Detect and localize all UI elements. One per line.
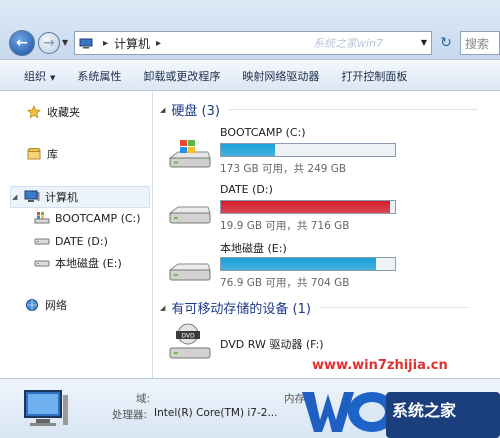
group-divider [227, 109, 478, 110]
navigation-pane: 收藏夹 库 ◢ 计算机 BOOTCAMP (C:) DATE (D:) 本地磁盘… [0, 92, 153, 378]
back-button[interactable]: ← [9, 30, 35, 56]
expand-triangle-icon[interactable]: ◢ [12, 193, 17, 201]
group-header-hard-disks[interactable]: ◢ 硬盘 (3) [160, 100, 478, 119]
hard-drive-icon [168, 206, 211, 224]
drive-usage-bar [220, 257, 396, 271]
drive-name: DVD RW 驱动器 (F:) [220, 338, 324, 351]
hard-drive-icon [34, 233, 50, 249]
drive-usage-fill [221, 201, 390, 213]
processor-label: 处理器: [112, 409, 148, 421]
arrow-left-icon: ← [16, 35, 28, 51]
refresh-button[interactable]: ↻ [436, 33, 456, 53]
address-bar-area: ← → ▼ ▸ 计算机 ▸ 系统之家win7 ▼ ↻ 搜索 [0, 0, 500, 60]
uninstall-program-button[interactable]: 卸载或更改程序 [143, 68, 220, 84]
chevron-right-icon: ▸ [103, 37, 109, 49]
refresh-icon: ↻ [440, 35, 452, 51]
network-icon [24, 297, 40, 313]
collapse-triangle-icon: ◢ [160, 303, 166, 312]
nav-item-computer[interactable]: 计算机 [24, 189, 78, 205]
collapse-triangle-icon: ◢ [160, 105, 166, 114]
drive-tile-c[interactable]: BOOTCAMP (C:) 173 GB 可用，共 249 GB [168, 126, 498, 182]
recent-pages-dropdown[interactable]: ▼ [62, 38, 68, 47]
system-properties-button[interactable]: 系统属性 [77, 68, 121, 84]
drive-tile-e[interactable]: 本地磁盘 (E:) 76.9 GB 可用，共 704 GB [168, 240, 498, 296]
processor-value: Intel(R) Core(TM) i7-2... [154, 407, 278, 419]
drive-usage-fill [221, 258, 376, 270]
chevron-down-icon[interactable]: ▼ [421, 38, 427, 47]
drive-usage-fill [221, 144, 275, 156]
nav-item-drive-e[interactable]: 本地磁盘 (E:) [34, 255, 122, 271]
forward-button[interactable]: → [38, 32, 60, 54]
search-input[interactable]: 搜索 [460, 31, 500, 55]
computer-icon [79, 38, 93, 48]
drive-usage-bar [220, 200, 396, 214]
drive-space-info: 19.9 GB 可用，共 716 GB [220, 220, 350, 232]
group-header-removable[interactable]: ◢ 有可移动存储的设备 (1) [160, 298, 469, 317]
dvd-drive-icon: DVD [169, 323, 211, 359]
watermark-url: www.win7zhijia.cn [312, 358, 448, 373]
library-icon [26, 146, 42, 162]
computer-icon [24, 189, 40, 205]
domain-label: 域: [136, 393, 151, 405]
drive-tile-d[interactable]: DATE (D:) 19.9 GB 可用，共 716 GB [168, 183, 498, 239]
watermark-text: 系统之家win7 [313, 37, 384, 50]
group-divider [318, 307, 469, 308]
hard-drive-icon [34, 255, 50, 271]
windows-drive-icon [34, 210, 50, 226]
chevron-down-icon: ▼ [50, 73, 56, 82]
open-control-panel-button[interactable]: 打开控制面板 [341, 68, 407, 84]
address-input[interactable]: ▸ 计算机 ▸ 系统之家win7 ▼ [74, 31, 432, 55]
watermark-brand: 系统之家 [392, 401, 457, 420]
star-icon [26, 104, 42, 120]
nav-item-drive-c[interactable]: BOOTCAMP (C:) [34, 210, 141, 226]
drive-name: DATE (D:) [220, 183, 273, 196]
drive-name: BOOTCAMP (C:) [220, 126, 306, 139]
map-network-drive-button[interactable]: 映射网络驱动器 [242, 68, 319, 84]
nav-item-drive-d[interactable]: DATE (D:) [34, 233, 108, 249]
computer-icon [24, 390, 68, 426]
breadcrumb-computer[interactable]: 计算机 [114, 35, 150, 52]
nav-item-favorites[interactable]: 收藏夹 [26, 104, 80, 120]
content-pane: ◢ 硬盘 (3) BOOTCAMP (C:) 173 GB 可用，共 249 G… [154, 92, 500, 378]
windows-drive-icon [168, 140, 211, 168]
arrow-right-icon: → [43, 35, 55, 51]
drive-name: 本地磁盘 (E:) [220, 242, 287, 255]
drive-usage-bar [220, 143, 396, 157]
svg-text:DVD: DVD [181, 333, 195, 340]
drive-space-info: 76.9 GB 可用，共 704 GB [220, 277, 350, 289]
hard-drive-icon [168, 263, 211, 281]
command-bar: 组织 ▼ 系统属性 卸载或更改程序 映射网络驱动器 打开控制面板 [0, 61, 500, 91]
chevron-right-icon[interactable]: ▸ [156, 38, 161, 49]
organize-button[interactable]: 组织 ▼ [24, 68, 55, 84]
nav-item-library[interactable]: 库 [26, 146, 58, 162]
nav-item-network[interactable]: 网络 [24, 297, 67, 313]
drive-space-info: 173 GB 可用，共 249 GB [220, 163, 347, 175]
